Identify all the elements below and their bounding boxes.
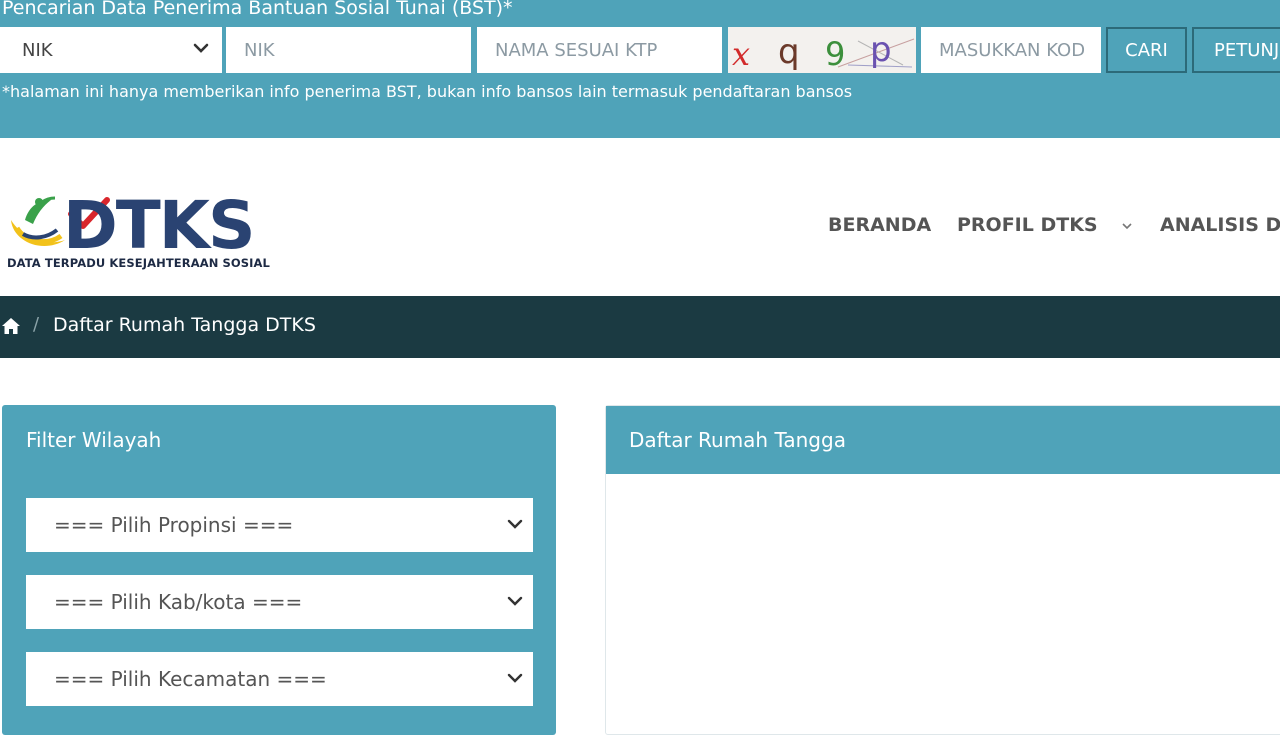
- svg-text:p: p: [870, 30, 892, 70]
- bst-disclaimer: *halaman ini hanya memberikan info pener…: [2, 82, 853, 101]
- chevron-down-icon: [507, 673, 523, 683]
- bst-title: Pencarian Data Penerima Bantuan Sosial T…: [2, 0, 513, 19]
- list-panel-header: Daftar Rumah Tangga: [606, 406, 1280, 474]
- chevron-down-icon: [507, 519, 523, 529]
- filter-wilayah-panel: Filter Wilayah === Pilih Propinsi === ==…: [2, 405, 556, 735]
- captcha-code-placeholder: MASUKKAN KOD: [939, 39, 1086, 61]
- breadcrumb-current: Daftar Rumah Tangga DTKS: [53, 314, 316, 336]
- nav-item-analisis[interactable]: ANALISIS DA: [1160, 214, 1280, 236]
- cari-button[interactable]: CARI: [1106, 27, 1187, 73]
- kecamatan-select[interactable]: === Pilih Kecamatan ===: [26, 652, 533, 706]
- nik-input[interactable]: NIK: [226, 27, 471, 73]
- nav-item-profil-dtks[interactable]: PROFIL DTKS: [957, 214, 1134, 236]
- nav-item-label: PROFIL DTKS: [957, 214, 1098, 236]
- breadcrumb: / Daftar Rumah Tangga DTKS: [0, 296, 1280, 358]
- kabkota-select-value: === Pilih Kab/kota ===: [54, 590, 303, 614]
- nav-item-beranda[interactable]: BERANDA: [828, 214, 931, 236]
- chevron-down-icon: [1122, 222, 1132, 229]
- search-type-value: NIK: [22, 39, 53, 61]
- nik-placeholder: NIK: [244, 39, 275, 61]
- list-panel-title: Daftar Rumah Tangga: [629, 428, 846, 452]
- propinsi-select-value: === Pilih Propinsi ===: [54, 513, 294, 537]
- chevron-down-icon: [507, 596, 523, 606]
- breadcrumb-separator: /: [33, 314, 40, 335]
- home-icon[interactable]: [1, 317, 21, 335]
- chevron-down-icon: [193, 43, 209, 53]
- bst-search-bar: Pencarian Data Penerima Bantuan Sosial T…: [0, 0, 1280, 138]
- dtks-logo-graphic: DTKS: [11, 187, 255, 264]
- nama-input[interactable]: NAMA SESUAI KTP: [477, 27, 722, 73]
- captcha-code-input[interactable]: MASUKKAN KOD: [921, 27, 1101, 73]
- kecamatan-select-value: === Pilih Kecamatan ===: [54, 667, 327, 691]
- logo-text: DTKS: [63, 187, 253, 264]
- svg-text:9: 9: [825, 35, 845, 73]
- search-type-select[interactable]: NIK: [0, 27, 222, 73]
- petunjuk-button[interactable]: PETUNJ: [1192, 27, 1280, 73]
- svg-text:x: x: [732, 35, 750, 73]
- kabkota-select[interactable]: === Pilih Kab/kota ===: [26, 575, 533, 629]
- svg-text:q: q: [778, 32, 800, 72]
- daftar-rumah-tangga-panel: Daftar Rumah Tangga: [605, 405, 1280, 735]
- captcha-graphic: x q 9 p: [728, 27, 916, 73]
- propinsi-select[interactable]: === Pilih Propinsi ===: [26, 498, 533, 552]
- nama-placeholder: NAMA SESUAI KTP: [495, 39, 658, 61]
- captcha-image: x q 9 p: [728, 27, 916, 73]
- logo-subtitle: DATA TERPADU KESEJAHTERAAN SOSIAL: [7, 256, 270, 270]
- filter-panel-title: Filter Wilayah: [26, 428, 162, 452]
